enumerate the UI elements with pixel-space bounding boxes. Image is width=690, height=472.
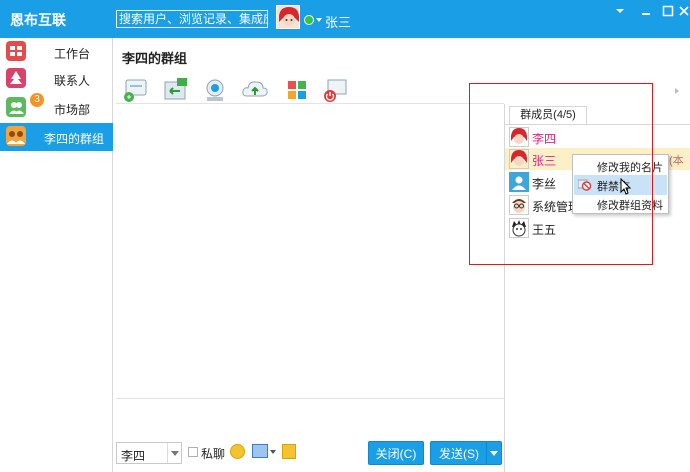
unread-badge: 3 xyxy=(30,93,44,107)
online-status-icon[interactable] xyxy=(304,15,314,25)
send-options-button[interactable] xyxy=(486,441,502,465)
default-user-avatar xyxy=(509,172,529,192)
member-name: 张三 xyxy=(532,154,557,168)
message-input[interactable] xyxy=(116,398,504,434)
user-avatar[interactable] xyxy=(276,5,300,29)
message-area xyxy=(116,104,504,398)
menu-item-edit-card[interactable]: 修改我的名片 xyxy=(574,156,667,176)
current-username: 张三 xyxy=(325,15,352,30)
member-self-tag: (本 xyxy=(669,155,684,167)
collapse-panel-icon[interactable] xyxy=(675,88,679,94)
cloud-upload-icon[interactable] xyxy=(240,76,276,106)
cartoon-avatar xyxy=(509,218,529,238)
red-hair-avatar xyxy=(509,149,529,169)
sidebar-item-label: 联系人 xyxy=(54,74,91,88)
group-chat-icon[interactable] xyxy=(120,76,156,106)
webcam-icon[interactable] xyxy=(200,76,236,106)
screenshot-dropdown-icon[interactable] xyxy=(270,450,276,454)
search-input[interactable]: 搜索用户、浏览记录、集成应用(/) xyxy=(116,10,268,28)
chat-title: 李四的群组 xyxy=(122,51,188,66)
sender-select[interactable]: 李四 xyxy=(116,442,182,464)
member-name: 李四 xyxy=(532,132,557,146)
sidebar-item-group-lisi[interactable]: 李四的群组 xyxy=(0,123,113,151)
sidebar-item-label: 工作台 xyxy=(54,47,91,61)
emoji-icon[interactable] xyxy=(230,444,245,459)
status-dropdown-icon[interactable] xyxy=(316,18,322,22)
glasses-avatar xyxy=(509,195,529,215)
private-chat-checkbox[interactable] xyxy=(188,447,198,457)
group-users-icon xyxy=(6,126,26,146)
tab-members[interactable]: 群成员(4/5) xyxy=(509,106,587,124)
group-icon xyxy=(6,97,26,117)
sidebar-item-label: 市场部 xyxy=(54,103,91,117)
screenshot-icon[interactable] xyxy=(252,444,268,458)
bottom-bar: 李四 私聊 关闭(C) 发送(S) xyxy=(116,440,504,466)
restore-icon[interactable] xyxy=(638,3,654,19)
share-file-icon[interactable] xyxy=(160,76,196,106)
sidebar: 工作台 联系人 3 市场部 李四的群组 xyxy=(0,38,113,472)
menu-item-label: 修改群组资料 xyxy=(597,200,663,212)
private-chat-label: 私聊 xyxy=(201,447,226,461)
close-icon[interactable] xyxy=(676,3,690,19)
menu-item-label: 修改我的名片 xyxy=(597,162,663,174)
sender-value: 李四 xyxy=(121,449,146,463)
chevron-down-icon[interactable] xyxy=(167,443,181,463)
notes-icon[interactable] xyxy=(282,444,296,459)
sidebar-item-marketing[interactable]: 3 市场部 xyxy=(0,93,113,122)
chat-toolbar xyxy=(116,72,504,104)
remote-desktop-icon[interactable] xyxy=(320,76,356,106)
apps-icon[interactable] xyxy=(282,76,318,106)
ban-icon xyxy=(577,179,592,191)
divider xyxy=(505,124,690,125)
tree-icon xyxy=(6,68,26,88)
send-button[interactable]: 发送(S) xyxy=(430,441,488,465)
sidebar-item-label: 李四的群组 xyxy=(44,132,105,146)
member-row[interactable]: 李四 xyxy=(505,126,690,148)
grid-icon xyxy=(6,41,26,61)
member-name: 王五 xyxy=(532,223,557,237)
maximize-icon[interactable] xyxy=(660,3,676,19)
red-hair-avatar xyxy=(509,127,529,147)
mouse-cursor-icon xyxy=(620,177,632,199)
close-button[interactable]: 关闭(C) xyxy=(368,441,424,465)
minimize-icon[interactable] xyxy=(612,3,628,19)
sidebar-item-contacts[interactable]: 联系人 xyxy=(0,65,113,93)
sidebar-item-workbench[interactable]: 工作台 xyxy=(0,38,113,66)
title-bar: 恩布互联 搜索用户、浏览记录、集成应用(/) 张三 xyxy=(0,0,690,38)
app-title: 恩布互联 xyxy=(10,12,66,28)
member-row[interactable]: 王五 xyxy=(505,217,690,239)
member-name: 李丝 xyxy=(532,177,557,191)
